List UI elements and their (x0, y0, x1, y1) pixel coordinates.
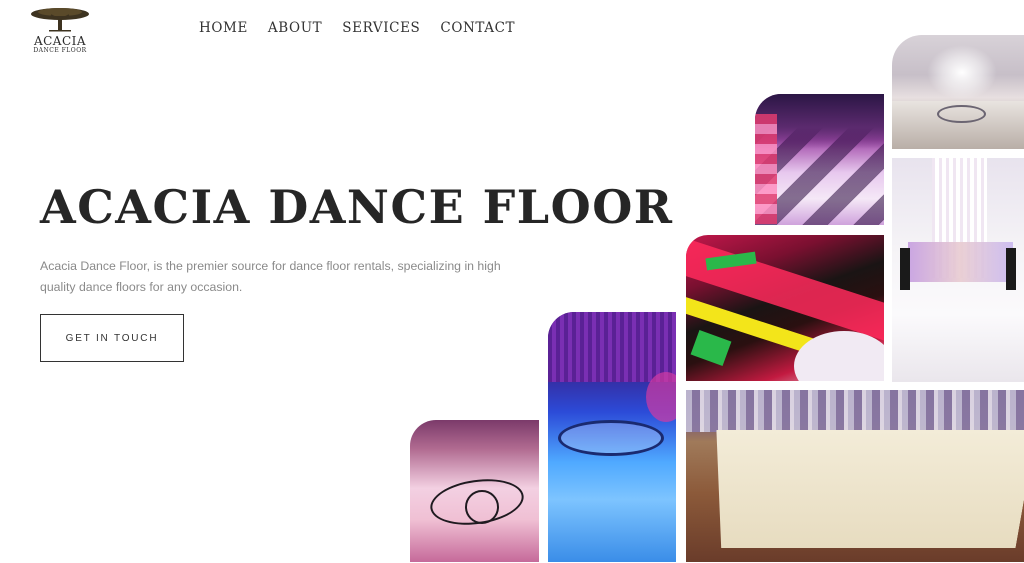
dance-floor-photo-ballroom-stage (892, 35, 1024, 149)
nav-link-home[interactable]: HOME (199, 20, 248, 36)
nav-link-services[interactable]: SERVICES (342, 20, 420, 36)
get-in-touch-button[interactable]: GET IN TOUCH (40, 314, 184, 362)
logo-brand-text: ACACIA (33, 34, 87, 48)
nav-link-about[interactable]: ABOUT (268, 20, 322, 36)
dance-floor-photo-white-room (892, 158, 1024, 382)
acacia-tree-icon (31, 8, 89, 32)
dance-floor-photo-pink-monogram (410, 420, 539, 562)
dance-floor-photo-ballroom-cream (686, 390, 1024, 562)
logo-tagline-text: DANCE FLOOR (33, 47, 87, 54)
dance-floor-photo-lit-pattern (686, 235, 884, 381)
nav-link-contact[interactable]: CONTACT (440, 20, 515, 36)
main-nav: HOME ABOUT SERVICES CONTACT (199, 20, 515, 36)
hero-title: ACACIA DANCE FLOOR (40, 180, 674, 234)
dance-floor-photo-blue-monogram (548, 312, 676, 562)
site-logo[interactable]: ACACIA DANCE FLOOR (28, 6, 92, 56)
dance-floor-photo-purple-checker (755, 94, 884, 225)
hero-description: Acacia Dance Floor, is the premier sourc… (40, 259, 501, 294)
